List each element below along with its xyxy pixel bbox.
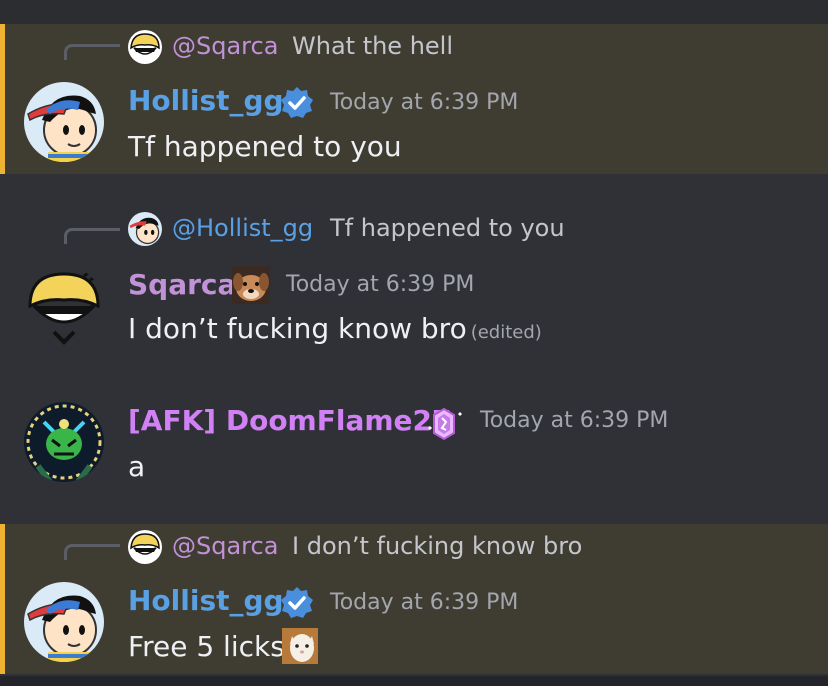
- avatar-sqarca[interactable]: [24, 266, 104, 346]
- reply-avatar-sqarca[interactable]: [128, 30, 162, 64]
- reply-connector: [64, 44, 120, 60]
- message-text: Free 5 licks: [128, 630, 285, 663]
- verified-checkmark-icon: [281, 87, 313, 118]
- message-content: I don’t fucking know bro (edited): [128, 312, 542, 345]
- message-text: I don’t fucking know bro: [128, 312, 467, 345]
- reply-author[interactable]: @Sqarca: [172, 32, 278, 60]
- message-hollist-2[interactable]: @Sqarca I don’t fucking know bro Hollist…: [0, 524, 828, 674]
- reply-connector: [64, 544, 120, 560]
- reply-snippet[interactable]: I don’t fucking know bro: [292, 532, 582, 560]
- author-name[interactable]: Hollist_gg: [128, 84, 284, 117]
- crystal-badge-icon: [428, 407, 462, 441]
- reply-avatar-hollist[interactable]: [128, 212, 162, 246]
- message-sqarca[interactable]: @Hollist_gg Tf happened to you Sqarca To…: [0, 174, 828, 374]
- message-content: a: [128, 450, 146, 483]
- timestamp: Today at 6:39 PM: [330, 590, 519, 615]
- bottom-divider: [0, 676, 828, 686]
- author-name[interactable]: Hollist_gg: [128, 584, 284, 617]
- verified-checkmark-icon: [281, 587, 313, 618]
- top-strip: [0, 0, 828, 24]
- reply-snippet[interactable]: Tf happened to you: [330, 214, 565, 242]
- reply-avatar-sqarca[interactable]: [128, 530, 162, 564]
- message-content: Free 5 licks: [128, 630, 285, 663]
- timestamp: Today at 6:39 PM: [480, 408, 669, 433]
- reply-author[interactable]: @Sqarca: [172, 532, 278, 560]
- dog-emoji-icon: [232, 266, 270, 304]
- avatar-hollist[interactable]: [24, 82, 104, 162]
- reply-connector: [64, 228, 120, 244]
- message-content: Tf happened to you: [128, 130, 402, 163]
- reply-snippet[interactable]: What the hell: [292, 32, 453, 60]
- avatar-hollist[interactable]: [24, 582, 104, 662]
- timestamp: Today at 6:39 PM: [330, 90, 519, 115]
- message-doomflame[interactable]: [AFK] DoomFlame27 Today at 6:39 PM a: [0, 374, 828, 524]
- timestamp: Today at 6:39 PM: [286, 272, 475, 297]
- message-hollist-1[interactable]: @Sqarca What the hell Hollist_gg Today a…: [0, 24, 828, 174]
- author-name[interactable]: Sqarca: [128, 268, 236, 301]
- cat-emoji-icon: [282, 628, 318, 664]
- author-name[interactable]: [AFK] DoomFlame27: [128, 404, 451, 437]
- edited-label: (edited): [470, 322, 542, 343]
- avatar-doomflame[interactable]: [24, 402, 104, 482]
- reply-author[interactable]: @Hollist_gg: [172, 214, 313, 242]
